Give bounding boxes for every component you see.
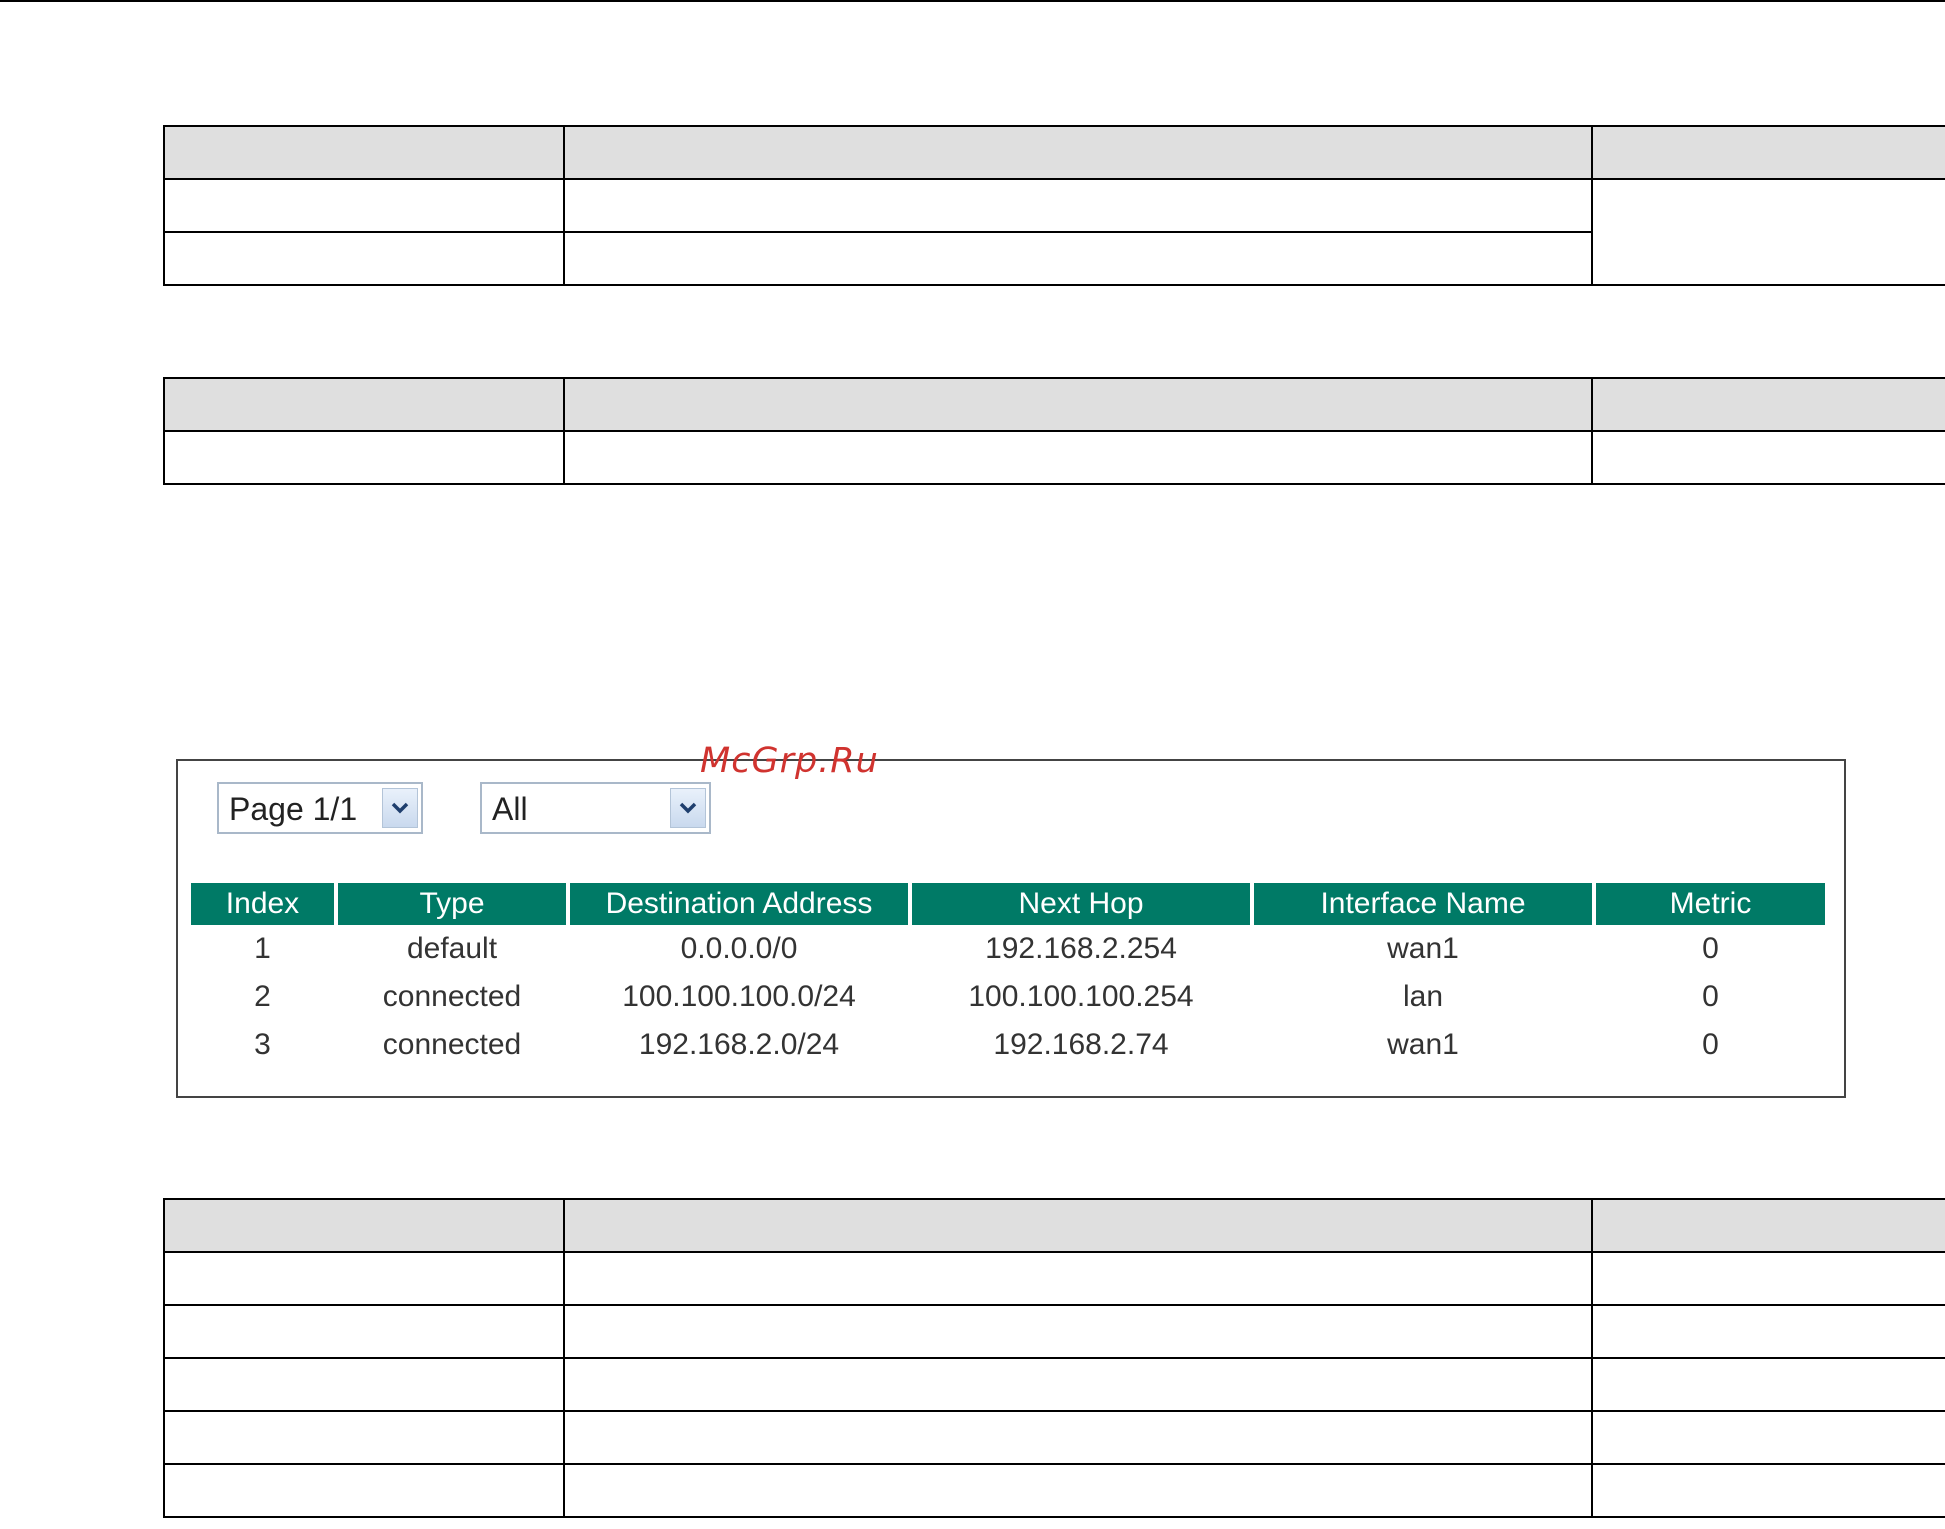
table-cell — [1591, 1251, 1945, 1306]
table-row — [163, 1251, 1945, 1306]
column-header-index: Index — [191, 883, 334, 925]
header-cell — [1591, 377, 1945, 432]
doc-table-3 — [163, 1198, 1945, 1518]
cell-interface: wan1 — [1387, 932, 1459, 965]
table-cell — [563, 1357, 1593, 1412]
header-cell — [163, 377, 565, 432]
header-cell — [163, 125, 565, 180]
header-cell — [563, 125, 1593, 180]
table-cell — [1591, 1357, 1945, 1412]
table-row: 3 connected 192.168.2.0/24 192.168.2.74 … — [191, 1021, 1825, 1069]
doc-table-1 — [163, 125, 1945, 286]
cell-next-hop: 192.168.2.74 — [993, 1028, 1169, 1061]
doc-table-header — [163, 1198, 1945, 1253]
table-row — [163, 1304, 1945, 1359]
routing-table-header: Index Type Destination Address Next Hop … — [191, 883, 1825, 925]
table-cell — [163, 178, 565, 233]
table-cell — [163, 1251, 565, 1306]
table-cell — [163, 1410, 565, 1465]
filter-select-value: All — [492, 791, 528, 827]
header-cell — [1591, 125, 1945, 180]
table-cell — [563, 1304, 1593, 1359]
table-cell — [163, 1357, 565, 1412]
table-row — [163, 1463, 1945, 1518]
table-cell — [163, 430, 565, 485]
column-header-type: Type — [338, 883, 566, 925]
chevron-down-icon[interactable] — [670, 788, 706, 828]
table-cell — [563, 231, 1593, 286]
routing-table-panel: Page 1/1 All Index Type Destination Addr… — [176, 759, 1846, 1098]
filter-select[interactable]: All — [480, 782, 711, 834]
table-cell — [563, 1410, 1593, 1465]
header-cell — [563, 377, 1593, 432]
doc-table-header — [163, 377, 1945, 432]
table-row — [163, 1357, 1945, 1412]
table-cell — [563, 1251, 1593, 1306]
table-cell — [563, 178, 1593, 233]
chevron-down-icon[interactable] — [382, 788, 418, 828]
watermark-text: McGrp.Ru — [700, 741, 879, 781]
table-cell — [163, 1304, 565, 1359]
cell-metric: 0 — [1702, 980, 1719, 1013]
cell-next-hop: 100.100.100.254 — [968, 980, 1194, 1013]
cell-index: 1 — [254, 932, 271, 965]
top-rule — [0, 0, 1945, 2]
table-row: 1 default 0.0.0.0/0 192.168.2.254 wan1 0 — [191, 925, 1825, 973]
table-row — [163, 430, 1945, 485]
header-cell — [163, 1198, 565, 1253]
table-cell — [163, 1463, 565, 1518]
table-cell — [163, 231, 565, 286]
column-header-interface: Interface Name — [1254, 883, 1592, 925]
cell-destination: 0.0.0.0/0 — [680, 932, 798, 965]
page-select[interactable]: Page 1/1 — [217, 782, 423, 834]
doc-table-header — [163, 125, 1945, 180]
cell-metric: 0 — [1702, 932, 1719, 965]
cell-type: connected — [382, 980, 522, 1013]
cell-destination: 192.168.2.0/24 — [638, 1028, 840, 1061]
column-header-metric: Metric — [1596, 883, 1825, 925]
table-row — [163, 1410, 1945, 1465]
table-row: 2 connected 100.100.100.0/24 100.100.100… — [191, 973, 1825, 1021]
cell-interface: wan1 — [1387, 1028, 1459, 1061]
header-cell — [1591, 1198, 1945, 1253]
cell-index: 3 — [254, 1028, 271, 1061]
cell-type: connected — [382, 1028, 522, 1061]
table-cell-merged — [1591, 178, 1945, 286]
table-cell — [563, 1463, 1593, 1518]
header-cell — [563, 1198, 1593, 1253]
cell-interface: lan — [1402, 980, 1444, 1013]
cell-next-hop: 192.168.2.254 — [985, 932, 1177, 965]
routing-table: Index Type Destination Address Next Hop … — [187, 883, 1829, 1069]
doc-table-2 — [163, 377, 1945, 485]
column-header-next-hop: Next Hop — [912, 883, 1250, 925]
cell-metric: 0 — [1702, 1028, 1719, 1061]
cell-index: 2 — [254, 980, 271, 1013]
table-cell — [1591, 1410, 1945, 1465]
table-row — [163, 178, 1945, 286]
table-cell — [563, 430, 1593, 485]
page-select-value: Page 1/1 — [229, 791, 358, 827]
table-cell — [1591, 430, 1945, 485]
cell-type: default — [406, 932, 498, 965]
column-header-destination: Destination Address — [570, 883, 908, 925]
table-cell — [1591, 1463, 1945, 1518]
table-cell — [1591, 1304, 1945, 1359]
cell-destination: 100.100.100.0/24 — [622, 980, 856, 1013]
